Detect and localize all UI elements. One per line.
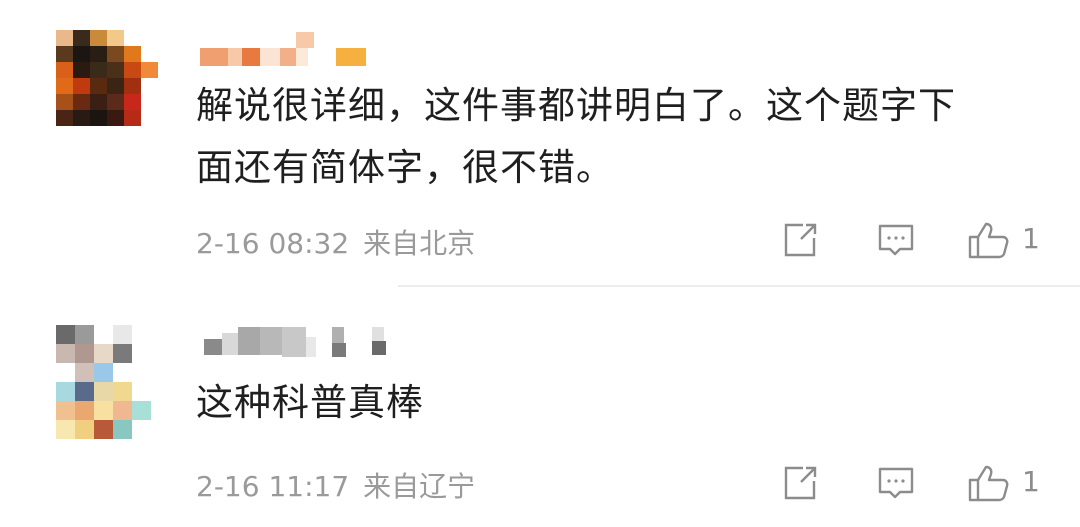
comment-actions: 1: [780, 220, 1060, 260]
thumbs-up-icon: [968, 222, 1009, 259]
comment-text: 这种科普真棒: [196, 372, 1056, 434]
comment-meta: 2-16 11:17 来自辽宁: [196, 465, 475, 505]
comment-item: 解说很详细，这件事都讲明白了。这个题字下 面还有简体字，很不错。 2-16 08…: [0, 0, 1080, 285]
comment-text-line: 解说很详细，这件事都讲明白了。这个题字下: [196, 84, 956, 127]
reply-icon[interactable]: [876, 463, 918, 503]
comment-item: 这种科普真棒 2-16 11:17 来自辽宁 1: [0, 287, 1080, 527]
comment-date: 2-16 11:17: [196, 470, 350, 503]
comment-location: 来自北京: [363, 227, 476, 260]
avatar[interactable]: [56, 325, 151, 439]
share-icon[interactable]: [780, 220, 822, 260]
like-button[interactable]: 1: [966, 220, 1046, 260]
thumbs-up-icon: [968, 465, 1009, 502]
comment-date: 2-16 08:32: [196, 227, 350, 260]
comment-text-line: 面还有简体字，很不错。: [196, 146, 614, 189]
comment-text: 解说很详细，这件事都讲明白了。这个题字下 面还有简体字，很不错。: [196, 75, 1056, 199]
username-pixelated[interactable]: [200, 28, 380, 68]
reply-icon[interactable]: [876, 220, 918, 260]
comment-meta: 2-16 08:32 来自北京: [196, 222, 475, 262]
avatar[interactable]: [56, 30, 158, 142]
share-icon[interactable]: [780, 463, 822, 503]
like-button[interactable]: 1: [966, 463, 1046, 503]
like-count: 1: [1022, 465, 1040, 498]
comment-actions: 1: [780, 463, 1060, 503]
comment-text-line: 这种科普真棒: [196, 381, 424, 424]
username-pixelated[interactable]: [200, 323, 400, 363]
comment-location: 来自辽宁: [363, 470, 476, 503]
like-count: 1: [1022, 222, 1040, 255]
